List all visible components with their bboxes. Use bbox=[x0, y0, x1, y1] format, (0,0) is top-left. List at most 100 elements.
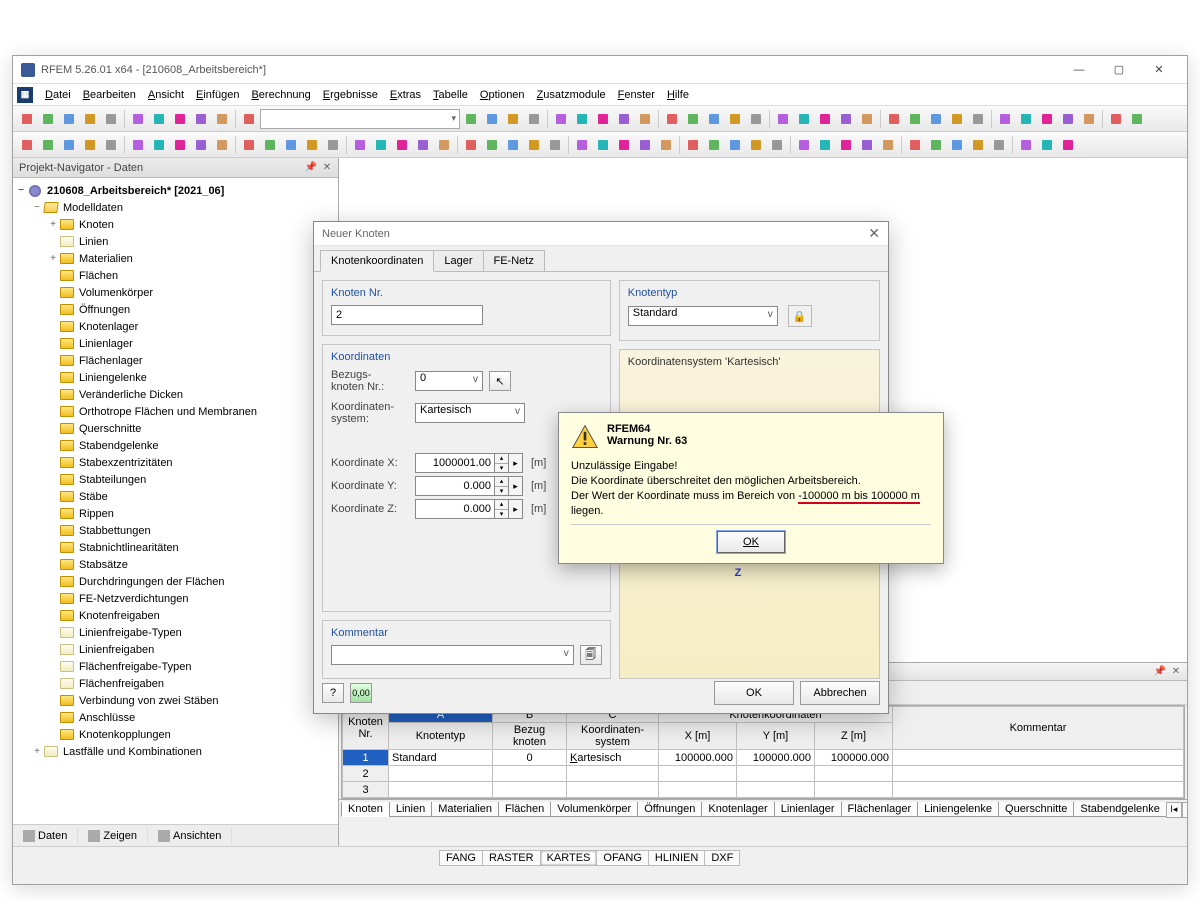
toolbar-button[interactable] bbox=[503, 135, 523, 155]
menu-ergebnisse[interactable]: Ergebnisse bbox=[317, 87, 384, 103]
toolbar-button[interactable] bbox=[413, 135, 433, 155]
tree-item[interactable]: Anschlüsse bbox=[13, 709, 338, 726]
toolbar-button[interactable] bbox=[1016, 135, 1036, 155]
toolbar-button[interactable] bbox=[434, 135, 454, 155]
toolbar-button[interactable] bbox=[857, 109, 877, 129]
tree-item[interactable]: Stabteilungen bbox=[13, 471, 338, 488]
comment-library-button[interactable]: 🗐 bbox=[580, 645, 602, 665]
tree-item[interactable]: Linienfreigabe-Typen bbox=[13, 624, 338, 641]
table-tab-stabendgelenke[interactable]: Stabendgelenke bbox=[1073, 802, 1167, 817]
ok-button[interactable]: OK bbox=[714, 681, 794, 705]
toolbar-button[interactable] bbox=[17, 109, 37, 129]
tree-item[interactable]: Flächenlager bbox=[13, 352, 338, 369]
tree-item[interactable]: Flächenfreigaben bbox=[13, 675, 338, 692]
close-icon[interactable]: ✕ bbox=[1169, 664, 1183, 678]
toolbar-button[interactable] bbox=[947, 135, 967, 155]
close-icon[interactable]: ✕ bbox=[320, 161, 334, 175]
table-tab-materialien[interactable]: Materialien bbox=[431, 802, 499, 817]
toolbar-button[interactable] bbox=[260, 135, 280, 155]
toolbar-button[interactable] bbox=[1037, 135, 1057, 155]
toolbar-button[interactable] bbox=[545, 135, 565, 155]
toolbar-button[interactable] bbox=[461, 109, 481, 129]
toolbar-button[interactable] bbox=[59, 135, 79, 155]
warning-ok-button[interactable]: OK bbox=[717, 531, 785, 553]
status-fang[interactable]: FANG bbox=[439, 850, 483, 866]
toolbar-button[interactable] bbox=[38, 135, 58, 155]
toolbar-button[interactable] bbox=[572, 135, 592, 155]
toolbar-button[interactable] bbox=[968, 135, 988, 155]
toolbar-button[interactable] bbox=[101, 109, 121, 129]
tree-item[interactable]: Knotenkopplungen bbox=[13, 726, 338, 743]
menu-berechnung[interactable]: Berechnung bbox=[245, 87, 316, 103]
table-tab-querschnitte[interactable]: Querschnitte bbox=[998, 802, 1074, 817]
tab-mesh[interactable]: FE-Netz bbox=[483, 250, 545, 271]
toolbar-button[interactable] bbox=[989, 135, 1009, 155]
tree-item[interactable]: Linienlager bbox=[13, 335, 338, 352]
toolbar-button[interactable] bbox=[1127, 109, 1147, 129]
input-coord-y[interactable]: ▴▾▸ bbox=[415, 476, 523, 496]
toolbar-button[interactable] bbox=[773, 109, 793, 129]
toolbar-button[interactable] bbox=[128, 135, 148, 155]
tree-item[interactable]: Stäbe bbox=[13, 488, 338, 505]
toolbar-button[interactable] bbox=[614, 109, 634, 129]
toolbar-button[interactable] bbox=[1016, 109, 1036, 129]
tree-item[interactable]: FE-Netzverdichtungen bbox=[13, 590, 338, 607]
toolbar-button[interactable] bbox=[767, 135, 787, 155]
tab-first[interactable]: I◂ bbox=[1166, 802, 1182, 818]
toolbar-button[interactable] bbox=[281, 135, 301, 155]
tree-item[interactable]: Flächen bbox=[13, 267, 338, 284]
toolbar-button[interactable] bbox=[1106, 109, 1126, 129]
toolbar-button[interactable] bbox=[794, 135, 814, 155]
toolbar-button[interactable] bbox=[704, 135, 724, 155]
toolbar-button[interactable] bbox=[926, 109, 946, 129]
table-tab-volumenkörper[interactable]: Volumenkörper bbox=[550, 802, 638, 817]
close-button[interactable]: ✕ bbox=[1139, 58, 1179, 82]
toolbar-button[interactable] bbox=[503, 109, 523, 129]
tree-item[interactable]: Querschnitte bbox=[13, 420, 338, 437]
tree-item[interactable]: Knotenfreigaben bbox=[13, 607, 338, 624]
toolbar-button[interactable] bbox=[1058, 135, 1078, 155]
table-tab-öffnungen[interactable]: Öffnungen bbox=[637, 802, 702, 817]
select-node-type[interactable]: Standard bbox=[628, 306, 778, 326]
toolbar-button[interactable] bbox=[239, 109, 259, 129]
toolbar-button[interactable] bbox=[968, 109, 988, 129]
menu-optionen[interactable]: Optionen bbox=[474, 87, 531, 103]
toolbar-button[interactable] bbox=[746, 135, 766, 155]
toolbar-button[interactable] bbox=[656, 135, 676, 155]
toolbar-button[interactable] bbox=[683, 109, 703, 129]
toolbar-button[interactable] bbox=[995, 109, 1015, 129]
toolbar-button[interactable] bbox=[482, 135, 502, 155]
table-tab-flächenlager[interactable]: Flächenlager bbox=[841, 802, 919, 817]
navigator-tree[interactable]: −210608_Arbeitsbereich* [2021_06] −Model… bbox=[13, 178, 338, 824]
menu-ansicht[interactable]: Ansicht bbox=[142, 87, 190, 103]
tree-item[interactable]: Stabsätze bbox=[13, 556, 338, 573]
combo-comment[interactable] bbox=[331, 645, 574, 665]
toolbar-button[interactable] bbox=[461, 135, 481, 155]
toolbar-button[interactable] bbox=[614, 135, 634, 155]
select-reference-node[interactable]: 0 bbox=[415, 371, 483, 391]
units-button[interactable]: 0,00 bbox=[350, 683, 372, 703]
tree-item[interactable]: Rippen bbox=[13, 505, 338, 522]
toolbar-button[interactable] bbox=[593, 135, 613, 155]
tree-item[interactable]: Liniengelenke bbox=[13, 369, 338, 386]
toolbar-button[interactable] bbox=[149, 109, 169, 129]
tree-item[interactable]: Volumenkörper bbox=[13, 284, 338, 301]
tree-item[interactable]: Stabendgelenke bbox=[13, 437, 338, 454]
toolbar-button[interactable] bbox=[635, 135, 655, 155]
status-raster[interactable]: RASTER bbox=[482, 850, 541, 866]
toolbar-button[interactable] bbox=[551, 109, 571, 129]
tree-item[interactable]: Orthotrope Flächen und Membranen bbox=[13, 403, 338, 420]
toolbar-button[interactable] bbox=[38, 109, 58, 129]
toolbar-button[interactable] bbox=[836, 135, 856, 155]
tree-item[interactable]: Verbindung von zwei Stäben bbox=[13, 692, 338, 709]
pin-icon[interactable]: 📌 bbox=[1153, 664, 1167, 678]
tree-item[interactable]: Durchdringungen der Flächen bbox=[13, 573, 338, 590]
toolbar-button[interactable] bbox=[212, 109, 232, 129]
toolbar-button[interactable] bbox=[1079, 109, 1099, 129]
tree-item[interactable]: Öffnungen bbox=[13, 301, 338, 318]
toolbar-button[interactable] bbox=[149, 135, 169, 155]
menu-bearbeiten[interactable]: Bearbeiten bbox=[77, 87, 142, 103]
tree-item[interactable]: Linien bbox=[13, 233, 338, 250]
select-coord-system[interactable]: Kartesisch bbox=[415, 403, 525, 423]
menu-datei[interactable]: Datei bbox=[39, 87, 77, 103]
